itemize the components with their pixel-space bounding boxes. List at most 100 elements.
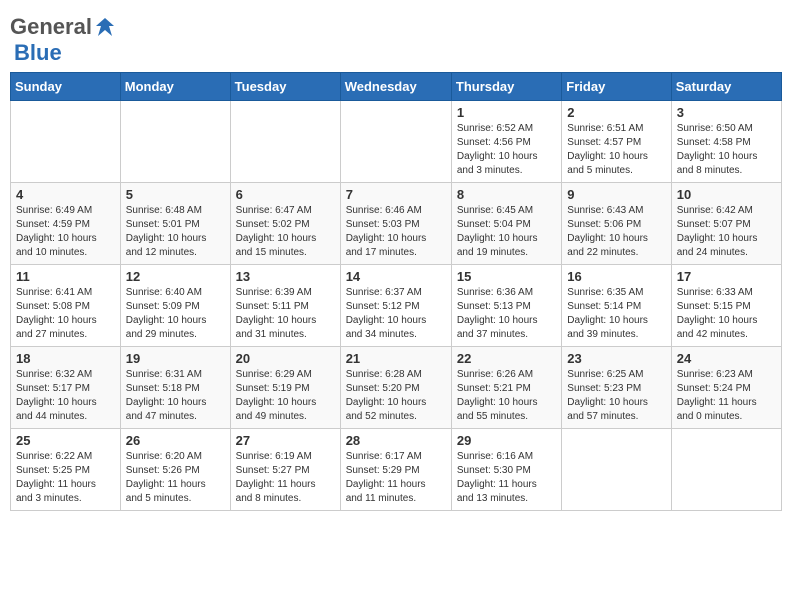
logo-blue-text: Blue [14, 40, 62, 66]
calendar-week-row: 4Sunrise: 6:49 AM Sunset: 4:59 PM Daylig… [11, 183, 782, 265]
calendar-cell: 7 Sunrise: 6:46 AM Sunset: 5:03 PM Daylig… [340, 183, 451, 265]
weekday-header-cell: Monday [120, 73, 230, 101]
calendar-cell: 9 Sunrise: 6:43 AM Sunset: 5:06 PM Daylig… [562, 183, 671, 265]
calendar-cell [562, 429, 671, 511]
calendar-week-row: 25 Sunrise: 6:22 AM Sunset: 5:25 PM Dayli… [11, 429, 782, 511]
day-info: Sunrise: 6:25 AM Sunset: 5:23 PM Dayligh… [567, 368, 665, 424]
day-info: Sunrise: 6:17 AM Sunset: 5:29 PM Dayligh… [346, 450, 446, 506]
day-number: 18 [16, 351, 115, 366]
day-number: 8 [457, 187, 556, 202]
calendar-cell: 8 Sunrise: 6:45 AM Sunset: 5:04 PM Daylig… [451, 183, 561, 265]
weekday-header-cell: Tuesday [230, 73, 340, 101]
day-number: 23 [567, 351, 665, 366]
calendar-cell: 11 Sunrise: 6:41 AM Sunset: 5:08 PM Dayli… [11, 265, 121, 347]
logo: General Blue [10, 10, 116, 66]
calendar-body: 1 Sunrise: 6:52 AM Sunset: 4:56 PM Daylig… [11, 101, 782, 511]
calendar-cell: 21Sunrise: 6:28 AM Sunset: 5:20 PM Dayli… [340, 347, 451, 429]
calendar-cell [120, 101, 230, 183]
weekday-header-cell: Saturday [671, 73, 781, 101]
day-number: 14 [346, 269, 446, 284]
calendar-cell: 29 Sunrise: 6:16 AM Sunset: 5:30 PM Dayli… [451, 429, 561, 511]
calendar-cell: 19 Sunrise: 6:31 AM Sunset: 5:18 PM Dayli… [120, 347, 230, 429]
calendar-cell: 14 Sunrise: 6:37 AM Sunset: 5:12 PM Dayli… [340, 265, 451, 347]
page-header: General Blue [10, 10, 782, 66]
day-number: 16 [567, 269, 665, 284]
calendar-cell: 16 Sunrise: 6:35 AM Sunset: 5:14 PM Dayli… [562, 265, 671, 347]
calendar-cell: 12 Sunrise: 6:40 AM Sunset: 5:09 PM Dayli… [120, 265, 230, 347]
day-number: 7 [346, 187, 446, 202]
day-info: Sunrise: 6:26 AM Sunset: 5:21 PM Dayligh… [457, 368, 556, 424]
calendar-week-row: 1 Sunrise: 6:52 AM Sunset: 4:56 PM Daylig… [11, 101, 782, 183]
day-info: Sunrise: 6:16 AM Sunset: 5:30 PM Dayligh… [457, 450, 556, 506]
day-number: 3 [677, 105, 776, 120]
day-number: 4 [16, 187, 115, 202]
weekday-header-cell: Thursday [451, 73, 561, 101]
day-number: 28 [346, 433, 446, 448]
calendar-cell: 13 Sunrise: 6:39 AM Sunset: 5:11 PM Dayli… [230, 265, 340, 347]
day-info: Sunrise: 6:28 AM Sunset: 5:20 PM Dayligh… [346, 368, 446, 424]
day-info: Sunrise: 6:46 AM Sunset: 5:03 PM Dayligh… [346, 204, 446, 260]
calendar-cell: 26 Sunrise: 6:20 AM Sunset: 5:26 PM Dayli… [120, 429, 230, 511]
day-number: 12 [126, 269, 225, 284]
day-number: 26 [126, 433, 225, 448]
day-info: Sunrise: 6:33 AM Sunset: 5:15 PM Dayligh… [677, 286, 776, 342]
calendar-cell: 6Sunrise: 6:47 AM Sunset: 5:02 PM Daylig… [230, 183, 340, 265]
day-info: Sunrise: 6:43 AM Sunset: 5:06 PM Dayligh… [567, 204, 665, 260]
day-number: 2 [567, 105, 665, 120]
day-number: 19 [126, 351, 225, 366]
day-number: 6 [236, 187, 335, 202]
day-info: Sunrise: 6:36 AM Sunset: 5:13 PM Dayligh… [457, 286, 556, 342]
day-info: Sunrise: 6:20 AM Sunset: 5:26 PM Dayligh… [126, 450, 225, 506]
day-number: 13 [236, 269, 335, 284]
day-info: Sunrise: 6:37 AM Sunset: 5:12 PM Dayligh… [346, 286, 446, 342]
calendar-cell: 28 Sunrise: 6:17 AM Sunset: 5:29 PM Dayli… [340, 429, 451, 511]
day-info: Sunrise: 6:45 AM Sunset: 5:04 PM Dayligh… [457, 204, 556, 260]
day-info: Sunrise: 6:50 AM Sunset: 4:58 PM Dayligh… [677, 122, 776, 178]
day-number: 24 [677, 351, 776, 366]
logo-bird-icon [94, 16, 116, 38]
day-number: 22 [457, 351, 556, 366]
day-info: Sunrise: 6:48 AM Sunset: 5:01 PM Dayligh… [126, 204, 225, 260]
calendar-cell: 1 Sunrise: 6:52 AM Sunset: 4:56 PM Daylig… [451, 101, 561, 183]
weekday-header-cell: Friday [562, 73, 671, 101]
calendar-cell: 5 Sunrise: 6:48 AM Sunset: 5:01 PM Daylig… [120, 183, 230, 265]
calendar-cell: 25 Sunrise: 6:22 AM Sunset: 5:25 PM Dayli… [11, 429, 121, 511]
day-info: Sunrise: 6:51 AM Sunset: 4:57 PM Dayligh… [567, 122, 665, 178]
day-info: Sunrise: 6:39 AM Sunset: 5:11 PM Dayligh… [236, 286, 335, 342]
day-number: 20 [236, 351, 335, 366]
calendar-cell: 3 Sunrise: 6:50 AM Sunset: 4:58 PM Daylig… [671, 101, 781, 183]
calendar-cell: 4Sunrise: 6:49 AM Sunset: 4:59 PM Daylig… [11, 183, 121, 265]
day-info: Sunrise: 6:35 AM Sunset: 5:14 PM Dayligh… [567, 286, 665, 342]
calendar-cell: 15Sunrise: 6:36 AM Sunset: 5:13 PM Dayli… [451, 265, 561, 347]
weekday-header-cell: Wednesday [340, 73, 451, 101]
calendar-cell: 27Sunrise: 6:19 AM Sunset: 5:27 PM Dayli… [230, 429, 340, 511]
calendar-cell: 22 Sunrise: 6:26 AM Sunset: 5:21 PM Dayli… [451, 347, 561, 429]
calendar-cell [230, 101, 340, 183]
calendar-cell [11, 101, 121, 183]
day-number: 27 [236, 433, 335, 448]
day-number: 11 [16, 269, 115, 284]
day-info: Sunrise: 6:41 AM Sunset: 5:08 PM Dayligh… [16, 286, 115, 342]
day-info: Sunrise: 6:22 AM Sunset: 5:25 PM Dayligh… [16, 450, 115, 506]
calendar-cell: 24 Sunrise: 6:23 AM Sunset: 5:24 PM Dayli… [671, 347, 781, 429]
day-number: 5 [126, 187, 225, 202]
day-number: 25 [16, 433, 115, 448]
calendar-cell: 10 Sunrise: 6:42 AM Sunset: 5:07 PM Dayli… [671, 183, 781, 265]
day-info: Sunrise: 6:29 AM Sunset: 5:19 PM Dayligh… [236, 368, 335, 424]
calendar-week-row: 18 Sunrise: 6:32 AM Sunset: 5:17 PM Dayli… [11, 347, 782, 429]
logo-general-text: General [10, 14, 92, 40]
day-number: 29 [457, 433, 556, 448]
calendar-cell: 17Sunrise: 6:33 AM Sunset: 5:15 PM Dayli… [671, 265, 781, 347]
day-info: Sunrise: 6:31 AM Sunset: 5:18 PM Dayligh… [126, 368, 225, 424]
day-info: Sunrise: 6:40 AM Sunset: 5:09 PM Dayligh… [126, 286, 225, 342]
calendar-table: SundayMondayTuesdayWednesdayThursdayFrid… [10, 72, 782, 511]
day-number: 1 [457, 105, 556, 120]
calendar-cell: 2 Sunrise: 6:51 AM Sunset: 4:57 PM Daylig… [562, 101, 671, 183]
day-info: Sunrise: 6:52 AM Sunset: 4:56 PM Dayligh… [457, 122, 556, 178]
day-info: Sunrise: 6:23 AM Sunset: 5:24 PM Dayligh… [677, 368, 776, 424]
day-info: Sunrise: 6:32 AM Sunset: 5:17 PM Dayligh… [16, 368, 115, 424]
calendar-cell [671, 429, 781, 511]
day-info: Sunrise: 6:42 AM Sunset: 5:07 PM Dayligh… [677, 204, 776, 260]
day-number: 10 [677, 187, 776, 202]
day-number: 9 [567, 187, 665, 202]
